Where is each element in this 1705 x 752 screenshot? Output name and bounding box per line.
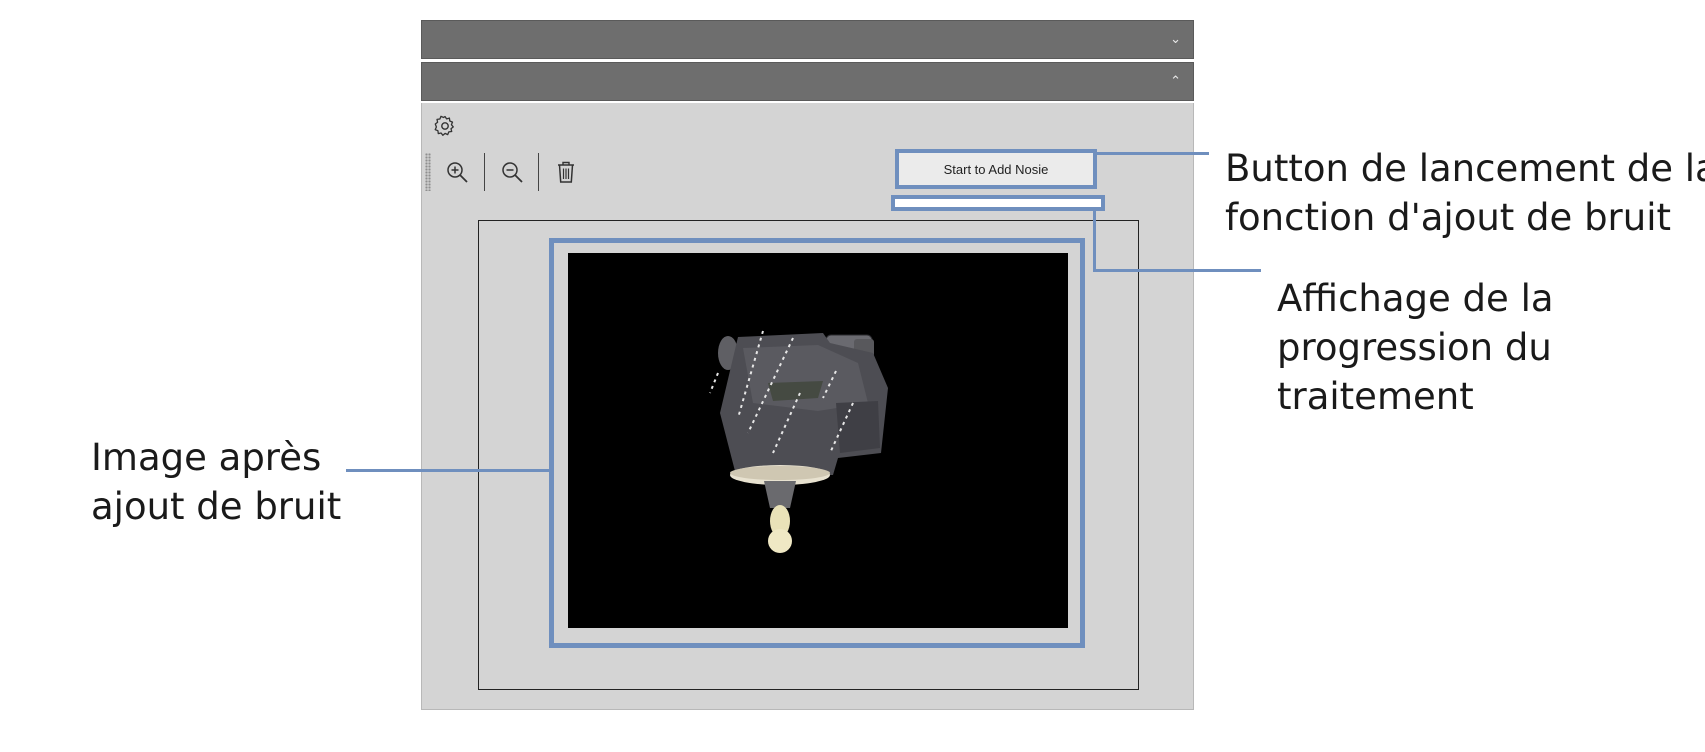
callout-line-progress	[1093, 269, 1261, 272]
toolbar-separator	[484, 153, 485, 191]
start-add-noise-button[interactable]: Start to Add Nosie	[895, 149, 1097, 189]
annotation-line: Button de lancement de la	[1225, 147, 1705, 190]
progress-bar	[891, 195, 1105, 211]
annotation-progress-text: Affichage de la progression du traitemen…	[1277, 274, 1554, 421]
annotation-line: progression du	[1277, 326, 1552, 369]
annotation-line: traitement	[1277, 375, 1474, 418]
toolbar-separator	[538, 153, 539, 191]
collapsed-section-header[interactable]: ⌄	[421, 20, 1194, 59]
zoom-in-icon[interactable]	[444, 159, 470, 185]
zoom-out-icon[interactable]	[499, 159, 525, 185]
toolbar-grip[interactable]	[425, 153, 431, 191]
expanded-section-header[interactable]: ⌃	[421, 62, 1194, 101]
annotation-line: Image après	[91, 436, 322, 479]
annotation-image-text: Image après ajout de bruit	[91, 433, 341, 531]
annotation-button-text: Button de lancement de la fonction d'ajo…	[1225, 144, 1705, 242]
noise-panel: Start to Add Nosie	[421, 103, 1194, 710]
chevron-up-icon[interactable]: ⌃	[1170, 75, 1181, 88]
image-viewer[interactable]	[478, 220, 1139, 690]
chevron-down-icon[interactable]: ⌄	[1170, 33, 1181, 46]
annotation-line: ajout de bruit	[91, 485, 342, 528]
callout-line-progress	[1093, 210, 1096, 272]
annotation-line: fonction d'ajout de bruit	[1225, 196, 1672, 239]
gear-icon[interactable]	[433, 114, 457, 138]
image-highlight	[549, 238, 1085, 648]
callout-line-image	[346, 469, 551, 472]
annotation-line: Affichage de la	[1277, 277, 1554, 320]
callout-line-button	[1097, 152, 1209, 155]
noisy-image	[568, 253, 1068, 628]
trash-icon[interactable]	[553, 159, 579, 185]
